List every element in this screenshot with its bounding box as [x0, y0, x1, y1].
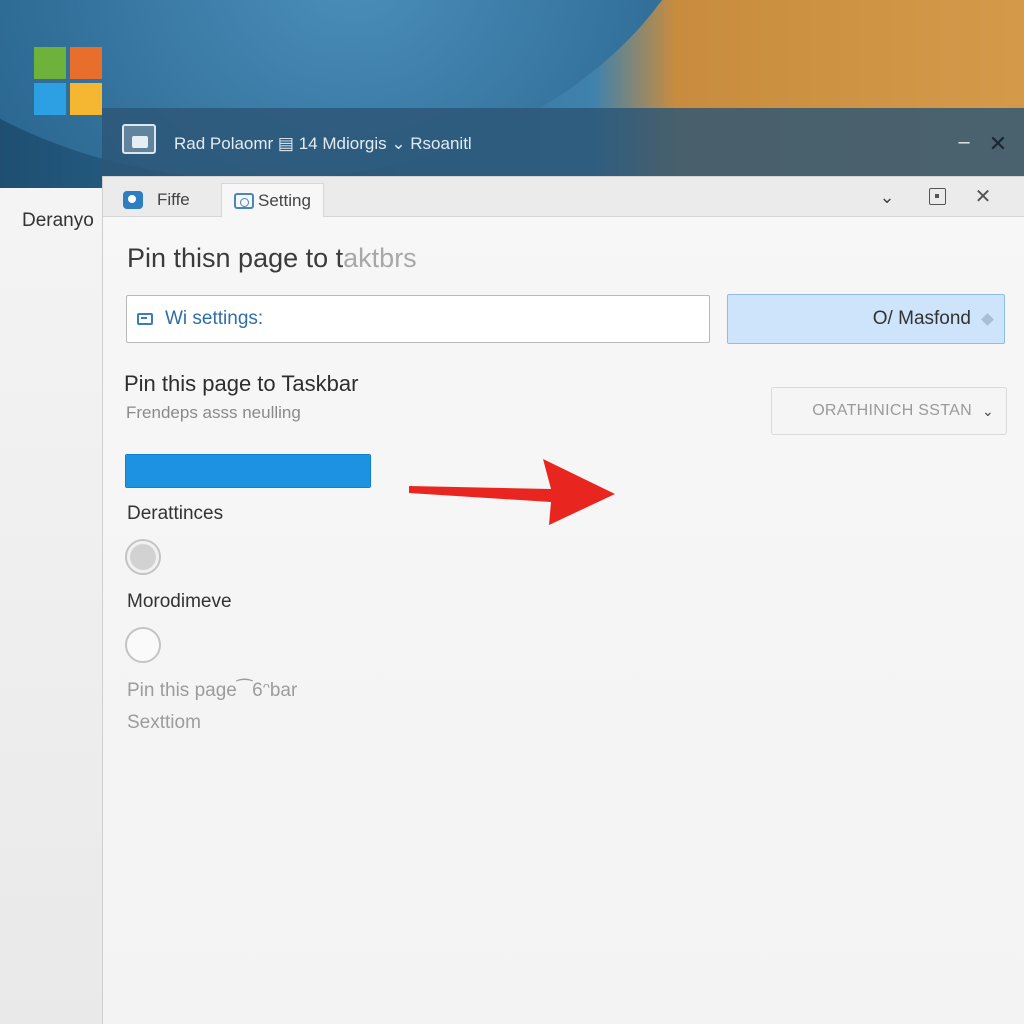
section-subtitle: Frendeps asss neulling: [126, 403, 301, 422]
red-arrow-right-icon: [409, 459, 615, 525]
diamond-icon: [981, 312, 994, 326]
progress-bar-fill: [126, 455, 370, 487]
search-icon: [137, 313, 153, 325]
maximize-button[interactable]: [925, 185, 949, 209]
settings-tab-icon: [234, 192, 254, 209]
chevron-down-icon: ⌄: [981, 402, 994, 419]
tab-file-label: Fiffe: [157, 190, 190, 209]
maximize-icon: [928, 188, 946, 205]
option-2-radio[interactable]: [125, 627, 161, 663]
window-app-icon: [122, 124, 156, 154]
windows-logo-icon: [34, 47, 104, 117]
dropdown-select[interactable]: ORATHINICH SSTAN ⌄: [771, 387, 1007, 435]
search-input[interactable]: Wi settings:: [126, 295, 710, 343]
tab-settings-label: Setting: [258, 190, 311, 210]
option-1-label: Derattinces: [127, 503, 224, 524]
section-title: Pin this page to Taskbar: [124, 371, 359, 396]
close-button[interactable]: ✕: [986, 132, 1010, 156]
progress-bar: [125, 454, 371, 488]
search-input-value: Wi settings:: [165, 308, 264, 329]
minimize-button[interactable]: –: [954, 132, 974, 152]
tab-file[interactable]: Fiffe: [123, 183, 190, 217]
faded-text-line: Sexttiom: [127, 712, 201, 733]
option-2-label: Morodimeve: [127, 591, 232, 612]
tab-settings[interactable]: Setting: [221, 183, 324, 217]
file-icon: [123, 191, 143, 209]
dropdown-selected-value: ORATHINICH SSTAN: [812, 402, 972, 419]
outer-window-title: Rad Polaomr ▤ 14 Mdiorgis ⌄ Rsoanitl: [174, 134, 472, 153]
tab-strip: Fiffe Setting ⌄ ✕: [103, 177, 1024, 217]
settings-window: Fiffe Setting ⌄ ✕ Pin thisn page to takt…: [102, 176, 1024, 1024]
outer-window-titlebar[interactable]: Rad Polaomr ▤ 14 Mdiorgis ⌄ Rsoanitl – ✕: [102, 108, 1024, 176]
option-1-radio[interactable]: [125, 539, 161, 575]
page-title-text: Pin thisn page to t: [127, 243, 344, 273]
action-button[interactable]: O/ Masfond: [727, 294, 1005, 344]
chevron-down-icon[interactable]: ⌄: [875, 185, 899, 209]
window-close-button[interactable]: ✕: [971, 185, 995, 209]
page-title: Pin thisn page to taktbrs: [127, 243, 417, 274]
page-title-faded-text: aktbrs: [343, 243, 417, 273]
background-window-label: Deranyo: [22, 210, 94, 231]
background-window[interactable]: Deranyo: [0, 188, 104, 1024]
action-button-label: O/ Masfond: [872, 308, 971, 329]
faded-text-line: Pin this page⁀6ᵔbar: [127, 680, 298, 701]
arrow-shape: [409, 459, 615, 525]
